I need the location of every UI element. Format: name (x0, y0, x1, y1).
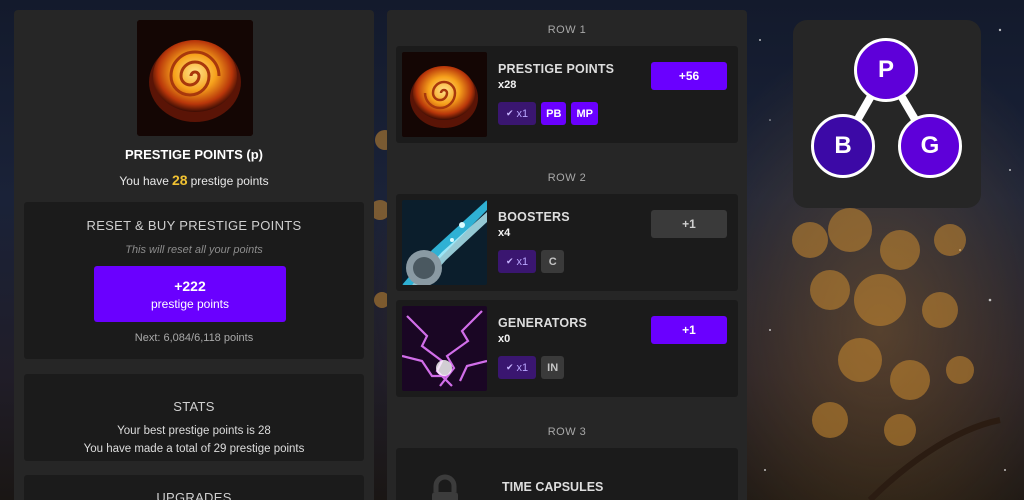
reset-gain-label: prestige points (150, 296, 230, 311)
layer-title: PRESTIGE POINTS (p) (125, 147, 263, 162)
prestige-points-icon (137, 20, 253, 136)
reset-card: RESET & BUY PRESTIGE POINTS This will re… (24, 202, 364, 359)
autobuy-multiplier: x1 (516, 255, 529, 268)
layer-name: PRESTIGE POINTS (498, 62, 615, 76)
layer-count: x4 (498, 227, 511, 239)
upgrade-chip-mp[interactable]: MP (571, 102, 598, 125)
reset-gain-amount: +222 (174, 277, 206, 294)
reset-title: RESET & BUY PRESTIGE POINTS (86, 218, 302, 233)
layer-item-generators[interactable]: GENERATORS x0 +1 ✔ x1 IN (396, 300, 738, 397)
tree-node-boosters[interactable]: B (811, 114, 875, 178)
layer-count: x28 (498, 79, 517, 91)
autobuy-toggle[interactable]: ✔ x1 (498, 250, 537, 273)
booster-beam-icon (402, 200, 487, 285)
points-amount: 28 (171, 172, 188, 188)
prestige-layer-panel: PRESTIGE POINTS (p) You have 28 prestige p… (14, 10, 374, 500)
lock-icon (432, 474, 458, 500)
upgrade-chip-in[interactable]: IN (541, 356, 565, 379)
tree-node-generators[interactable]: G (898, 114, 962, 178)
layers-list-panel: ROW 1 PRESTIGE POINTS x28 +56 ✔ x1 PB MP… (387, 10, 747, 500)
points-summary: You have 28 prestige points (14, 172, 374, 188)
layer-item-time-capsules: TIME CAPSULES (396, 448, 738, 500)
check-icon: ✔ (506, 362, 514, 372)
autobuy-toggle[interactable]: ✔ x1 (498, 356, 537, 379)
upgrade-chip-pb[interactable]: PB (541, 102, 567, 125)
buy-prestige-points-button[interactable]: +56 (651, 62, 727, 90)
layer-tree-panel: P B G (793, 20, 981, 208)
check-icon: ✔ (506, 256, 514, 266)
tree-node-prestige[interactable]: P (854, 38, 918, 102)
check-icon: ✔ (506, 108, 514, 118)
stats-title: STATS (173, 399, 215, 414)
row-label: ROW 3 (547, 426, 587, 438)
buy-boosters-button[interactable]: +1 (651, 210, 727, 238)
upgrade-chip-c[interactable]: C (541, 250, 565, 273)
next-requirement: Next: 6,084/6,118 points (134, 332, 254, 344)
reset-description: This will reset all your points (125, 244, 263, 256)
spiral-disc-icon (402, 52, 487, 137)
upgrades-card: UPGRADES (24, 475, 364, 500)
layer-count: x0 (498, 333, 511, 345)
points-prefix: You have (119, 174, 169, 188)
layer-item-boosters[interactable]: BOOSTERS x4 +1 ✔ x1 C (396, 194, 738, 291)
autobuy-multiplier: x1 (516, 361, 529, 374)
autobuy-multiplier: x1 (516, 107, 529, 120)
stats-card: STATS Your best prestige points is 28 Yo… (24, 374, 364, 461)
row-label: ROW 2 (547, 172, 587, 184)
points-suffix: prestige points (190, 174, 269, 188)
layer-name: GENERATORS (498, 316, 588, 330)
autobuy-toggle[interactable]: ✔ x1 (498, 102, 537, 125)
buy-generators-button[interactable]: +1 (651, 316, 727, 344)
reset-buy-button[interactable]: +222 prestige points (94, 266, 286, 322)
layer-name: BOOSTERS (498, 210, 570, 224)
row-label: ROW 1 (547, 24, 587, 36)
layer-item-prestige-points[interactable]: PRESTIGE POINTS x28 +56 ✔ x1 PB MP (396, 46, 738, 143)
stats-best: Your best prestige points is 28 (117, 425, 271, 437)
lightning-icon (402, 306, 487, 391)
stats-total: You have made a total of 29 prestige poi… (83, 443, 305, 455)
layer-name: TIME CAPSULES (502, 480, 604, 494)
upgrades-title: UPGRADES (156, 490, 232, 500)
